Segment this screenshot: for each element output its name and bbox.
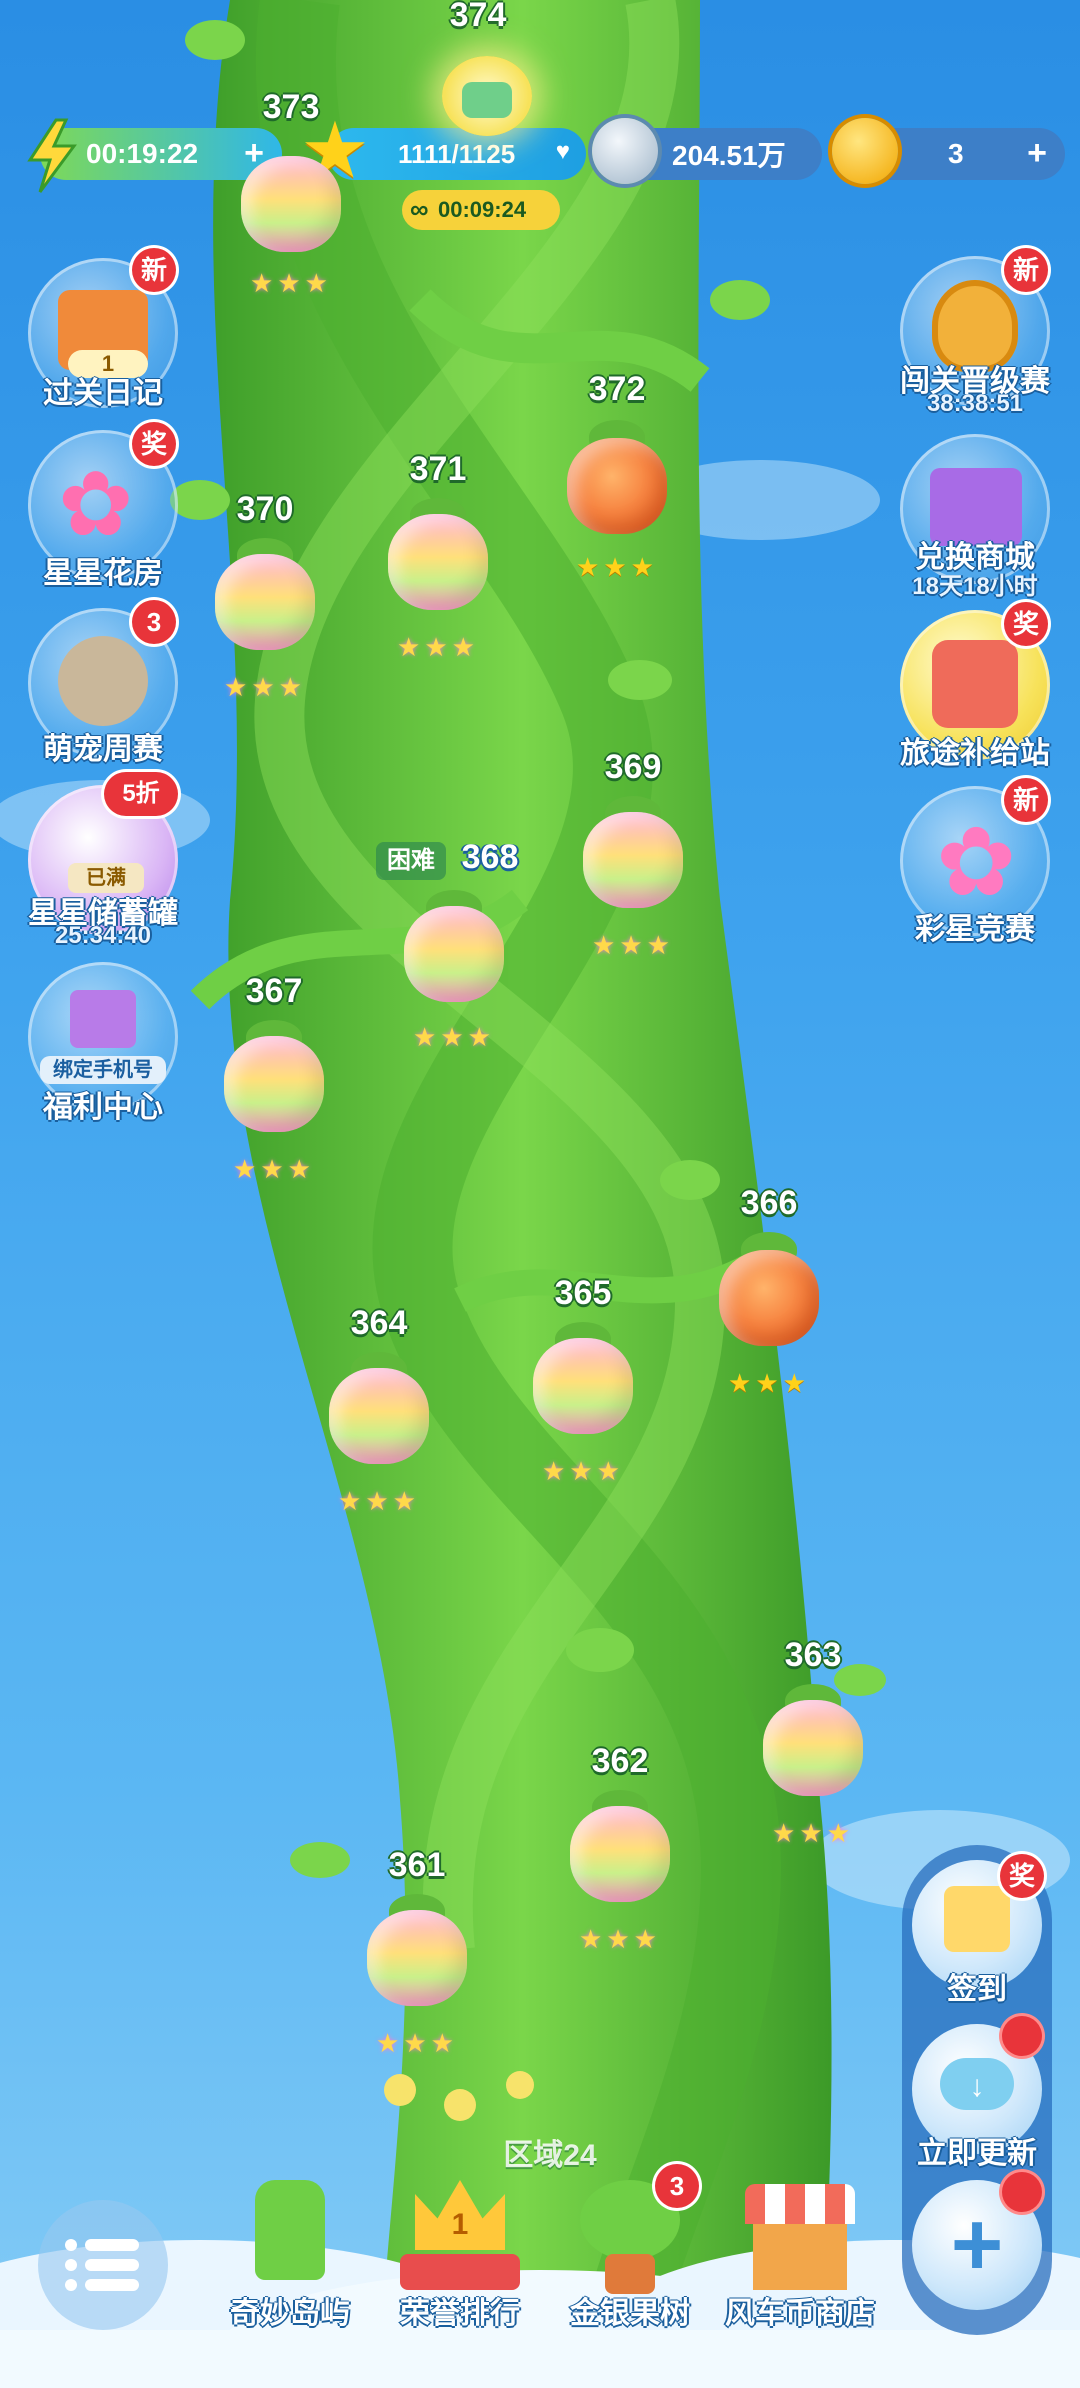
level-number: 371: [409, 450, 467, 488]
calendar-icon: [944, 1886, 1010, 1952]
count-badge: 3: [655, 2164, 699, 2208]
add-gold-button[interactable]: +: [1019, 136, 1055, 172]
level-node-366[interactable]: [719, 1250, 819, 1346]
new-badge: 新: [1004, 778, 1048, 822]
exchange-mall-timer: 18天18小时: [912, 573, 1038, 600]
level-stars: ★★★: [376, 2028, 458, 2058]
level-number: 364: [350, 1304, 408, 1342]
reward-badge: 奖: [132, 422, 176, 466]
supply-basket-icon: [932, 640, 1018, 728]
level-node-369[interactable]: [583, 812, 683, 908]
level-node-371[interactable]: [388, 514, 488, 610]
level-number: 374: [449, 0, 507, 34]
level-number: 372: [588, 370, 646, 408]
level-stars: ★★★: [579, 1924, 661, 1954]
level-number: 361: [388, 1846, 446, 1884]
promotion-race-timer: 38:38:51: [926, 390, 1024, 417]
rank-number: 1: [451, 2208, 469, 2241]
energy-timer: 00:19:22: [86, 138, 199, 169]
cat-icon: [58, 636, 148, 726]
level-number: 365: [554, 1274, 612, 1312]
silver-coin-icon: [592, 118, 658, 184]
level-node-362[interactable]: [570, 1806, 670, 1902]
level-stars: ★★★: [728, 1368, 810, 1398]
level-node-370[interactable]: [215, 554, 315, 650]
level-stars: ★★★: [233, 1154, 315, 1184]
level-number: 370: [236, 490, 294, 528]
level-diary-label: 过关日记: [43, 377, 163, 410]
level-node-367[interactable]: [224, 1036, 324, 1132]
update-now-label: 立即更新: [917, 2137, 1037, 2170]
infinite-energy-timer: ∞ 00:09:24: [402, 190, 560, 230]
shop-stall-icon: [753, 2224, 847, 2290]
level-node-373[interactable]: [241, 156, 341, 252]
menu-list-icon: [65, 2239, 139, 2291]
level-number: 363: [784, 1636, 842, 1674]
area-label: 区域24: [503, 2139, 597, 2172]
flower-icon: ✿: [58, 455, 134, 555]
discount-badge: 5折: [104, 772, 178, 816]
level-stars: ★★★: [224, 672, 306, 702]
travel-supply-label: 旅途补给站: [900, 737, 1050, 770]
gold-silver-tree-label: 金银果树: [570, 2297, 690, 2330]
level-node-372[interactable]: [567, 438, 667, 534]
bind-phone-tag: 绑定手机号: [40, 1056, 166, 1084]
honor-ranking-label: 荣誉排行: [400, 2297, 520, 2330]
new-badge: 新: [1004, 248, 1048, 292]
podium-icon: [400, 2254, 520, 2290]
notification-dot: [1002, 2016, 1042, 2056]
welfare-center-label: 福利中心: [43, 1091, 163, 1124]
heart-icon: ♥: [555, 138, 570, 165]
level-node-365[interactable]: [533, 1338, 633, 1434]
level-node-361[interactable]: [367, 1910, 467, 2006]
star-progress: 1111/1125: [398, 138, 516, 169]
check-in-label: 签到: [947, 1973, 1007, 2006]
gold-coin-count: 3: [948, 138, 964, 169]
level-number: 366: [740, 1184, 798, 1222]
silver-coin-count: 204.51万: [672, 140, 786, 171]
level-stars: ★★★: [250, 268, 332, 298]
gift-icon: [70, 990, 136, 1048]
count-badge: 3: [132, 600, 176, 644]
lightning-icon: [27, 118, 77, 193]
down-arrow-icon: ↓: [969, 2070, 985, 2103]
level-stars: ★★★: [576, 552, 658, 582]
reward-badge: 奖: [1000, 1854, 1044, 1898]
level-stars: ★★★: [542, 1456, 624, 1486]
level-number: 368: [461, 838, 519, 876]
shop-awning-icon: [745, 2184, 855, 2224]
level-number: 367: [245, 972, 303, 1010]
colorful-star-race-label: 彩星竞赛: [915, 913, 1035, 946]
level-stars: ★★★: [772, 1818, 854, 1848]
piggy-bank-timer: 25:34:40: [54, 922, 152, 949]
new-badge: 新: [132, 248, 176, 292]
pet-weekly-label: 萌宠周赛: [43, 733, 163, 766]
level-stars: ★★★: [413, 1022, 495, 1052]
island-palm-icon: [255, 2180, 325, 2280]
level-stars: ★★★: [592, 930, 674, 960]
reward-badge: 奖: [1004, 602, 1048, 646]
level-node-368[interactable]: [404, 906, 504, 1002]
infinity-icon: ∞: [410, 194, 429, 224]
star-greenhouse-label: 星星花房: [43, 557, 163, 590]
infinite-timer-text: 00:09:24: [438, 197, 527, 222]
level-node-364[interactable]: [329, 1368, 429, 1464]
level-node-363[interactable]: [763, 1700, 863, 1796]
level-number: 362: [591, 1742, 649, 1780]
level-stars: ★★★: [397, 632, 479, 662]
windmill-shop-label: 风车币商店: [725, 2297, 875, 2330]
notification-dot: [1002, 2172, 1042, 2212]
frog-avatar-icon: [462, 82, 512, 118]
plus-icon: +: [950, 2195, 1004, 2295]
level-stars: ★★★: [338, 1486, 420, 1516]
level-number: 369: [604, 748, 662, 786]
menu-button[interactable]: [38, 2200, 168, 2330]
wonder-island-label: 奇妙岛屿: [230, 2297, 350, 2330]
clover-icon: ✿: [936, 809, 1017, 916]
gold-coin-icon: [832, 118, 898, 184]
level-number: 373: [262, 88, 320, 126]
current-level-node[interactable]: [442, 56, 532, 136]
